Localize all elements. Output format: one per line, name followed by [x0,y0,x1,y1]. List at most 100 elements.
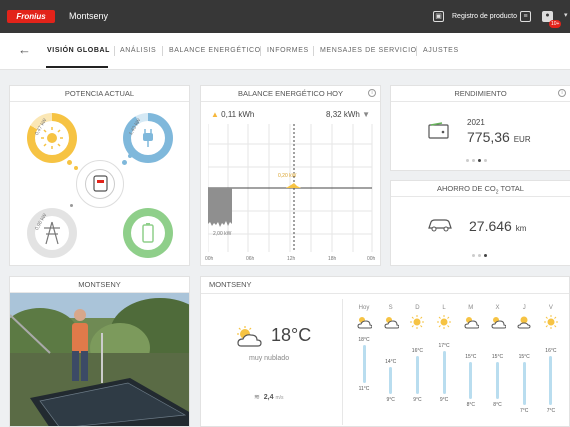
photo-title: MONTSENY [10,277,189,293]
cloud-icon [384,317,400,329]
forecast-low: 8°C [466,402,475,409]
forecast-day: J [511,305,537,335]
forecast-low: 11°C [358,386,370,393]
info-icon[interactable]: i [368,89,376,97]
x-tick: 00h [205,256,214,262]
site-photo[interactable] [10,293,190,427]
yield-year: 2021 [467,118,485,127]
top-bar: Fronius Montseny ▣ Registro de producto … [0,0,570,33]
forecast-high: 16°C [411,348,423,355]
tab-separator [114,46,115,56]
grid-ring[interactable] [27,208,77,258]
forecast-high: 14°C [385,358,397,365]
temperature-range-bar [522,361,526,405]
co2-title: AHORRO DE CO2 TOTAL [391,181,570,197]
power-card: POTENCIA ACTUAL 0,47 kW 1,43 kW 0,96 kW [9,85,190,266]
carousel-dots[interactable] [466,159,487,162]
info-icon[interactable]: i [558,89,566,97]
y-axis-label: 2,00 kW [213,231,232,237]
carousel-dots[interactable] [472,254,487,257]
flow-dot [70,204,73,207]
cloud-icon [464,317,480,329]
forecast-low: 9°C [413,396,422,403]
tab-informes[interactable]: INFORMES [267,47,309,54]
x-tick: 18h [328,256,337,262]
flow-dot [74,166,78,170]
sun-icon [543,315,558,329]
notification-badge: 10+ [549,20,562,28]
forecast-low: 8°C [493,402,502,409]
tab-separator [416,46,417,56]
brand-logo[interactable]: Fronius [7,10,55,23]
partly-sunny-icon [517,316,531,329]
active-tab-indicator [46,66,108,68]
forecast-low: 7°C [546,407,556,414]
produced-energy: ▲ 0,11 kWh [211,110,255,119]
temperature-range-bar [496,361,499,400]
battery-icon [142,223,154,243]
cloud-icon [357,317,373,329]
temperature-range-bar [362,345,366,384]
forecast-day: S [378,305,404,335]
forecast-low: 9°C [439,396,449,403]
energy-balance-card: BALANCE ENERGÉTICO HOY i ▲ 0,11 kWh 8,32… [200,85,381,266]
weather-title: MONTSENY [209,280,252,289]
back-arrow-icon[interactable]: ← [18,42,31,57]
cloud-icon [490,317,507,329]
forecast-day: V [538,305,564,335]
site-photo-card: MONTSENY [9,276,190,427]
triangle-down-icon: ▼ [362,110,370,119]
temperature-range-bar [442,350,446,394]
inverter-icon [93,175,108,192]
product-icon[interactable]: ▣ [433,11,444,22]
temperature-range-bar [389,366,393,394]
forecast-day-label: Hoy [358,305,370,311]
register-icon[interactable]: ≡ [520,11,531,22]
temperature-range-bar [549,356,553,405]
tab-ajustes[interactable]: AJUSTES [423,47,459,54]
car-icon [428,219,452,232]
flow-dot [67,160,72,165]
consumption-area [208,188,232,227]
sun-icon [410,315,425,329]
inverter-node[interactable] [76,160,124,208]
forecast-high: 17°C [438,342,450,349]
yield-card: RENDIMIENTO i 2021 775,36 EUR [390,85,570,171]
forecast-high: 15°C [491,353,504,360]
forecast-day-label: L [442,305,446,311]
forecast-day: M [458,305,484,335]
wind-icon: ≋ [254,394,260,401]
balance-chart[interactable] [208,124,374,264]
forecast-high: 15°C [465,353,477,360]
main-nav: ← VISIÓN GLOBAL ANÁLISIS BALANCE ENERGÉT… [0,33,570,70]
forecast-day: X [485,305,511,335]
production-area [286,183,301,188]
tab-mensajes-servicio[interactable]: MENSAJES DE SERVICIO [320,47,417,54]
co2-value: 27.646 km [469,218,527,234]
marker-label: 0,20 kW [278,173,297,179]
forecast-day-label: S [388,305,393,311]
forecast-low: 9°C [386,396,395,403]
forecast-day-label: J [522,305,526,311]
solar-ring[interactable] [27,113,77,163]
chevron-down-icon[interactable]: ▾ [564,11,568,19]
forecast-day-label: M [468,305,474,311]
tab-vision-global[interactable]: VISIÓN GLOBAL [47,47,110,54]
tab-analisis[interactable]: ANÁLISIS [120,47,156,54]
wallet-icon [428,122,449,139]
forecast-high: 16°C [545,348,557,355]
flow-dot [128,154,132,158]
site-name[interactable]: Montseny [69,11,108,21]
forecast-day: Hoy [351,305,377,335]
temperature-range-bar [469,361,473,400]
product-registration-link[interactable]: Registro de producto [452,13,517,20]
consumed-energy: 8,32 kWh ▼ [326,110,370,119]
battery-ring[interactable] [123,208,173,258]
power-title: POTENCIA ACTUAL [10,86,189,102]
yield-title: RENDIMIENTO [391,86,570,102]
forecast-low: 7°C [519,407,529,414]
weather-card: MONTSENY 18°C muy nublado ≋ 2,4 m/s Hoy 1… [200,276,570,427]
yield-value: 775,36 EUR [467,129,531,145]
tab-balance-energetico[interactable]: BALANCE ENERGÉTICO [169,47,261,54]
forecast-high: 15°C [518,353,530,360]
